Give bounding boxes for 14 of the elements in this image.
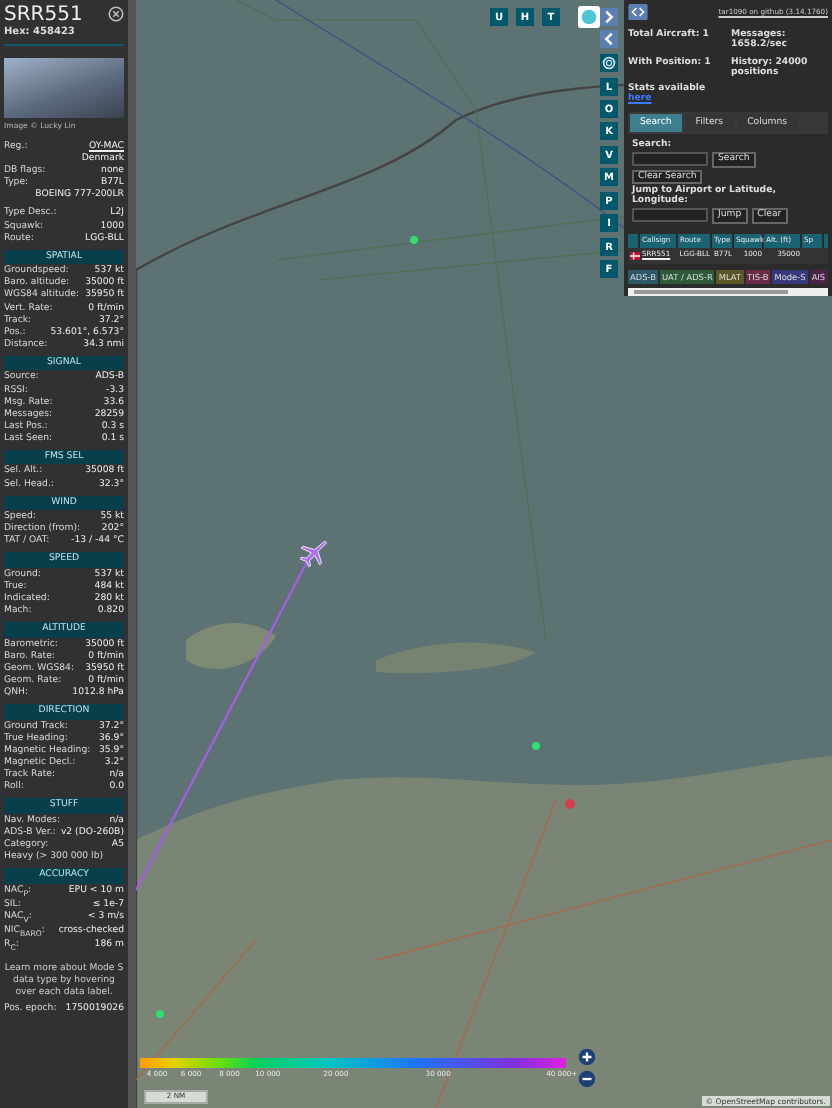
expand-collapse-icon[interactable] xyxy=(628,4,648,20)
jump-field[interactable] xyxy=(632,208,708,222)
chevron-right-icon[interactable] xyxy=(600,8,618,26)
zoom-in-icon[interactable] xyxy=(578,1048,596,1066)
horizontal-scrollbar[interactable] xyxy=(628,288,828,296)
photo-placeholder xyxy=(4,58,124,118)
zoom-out-icon[interactable] xyxy=(578,1070,596,1088)
chevron-left-icon[interactable] xyxy=(600,30,618,48)
aircraft-icon[interactable] xyxy=(296,536,330,570)
close-icon[interactable] xyxy=(108,6,124,22)
settings-icon[interactable] xyxy=(600,54,618,72)
search-field[interactable] xyxy=(632,152,708,166)
flag-icon xyxy=(630,252,640,260)
aircraft-callsign: SRR551 xyxy=(4,4,83,26)
